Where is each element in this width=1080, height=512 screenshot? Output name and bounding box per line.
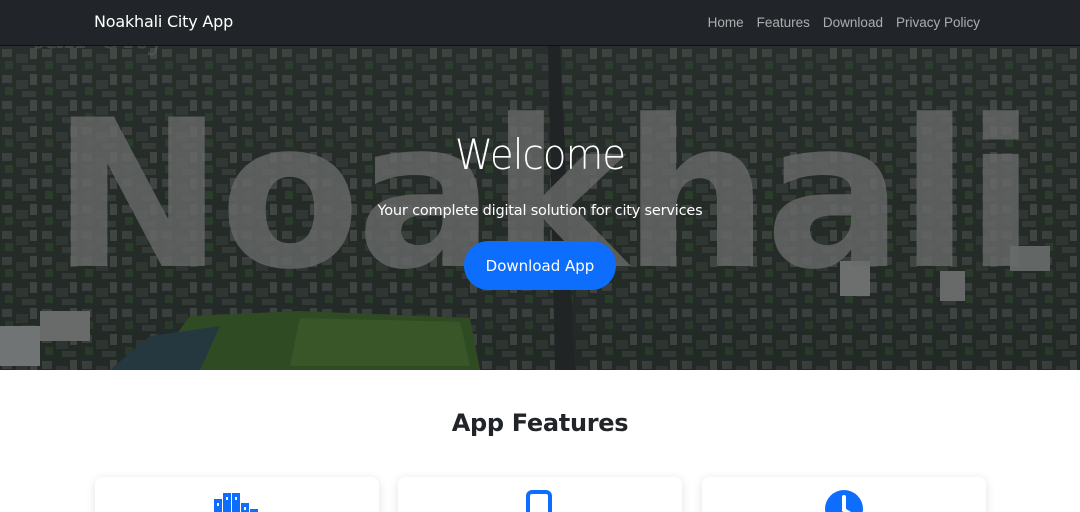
download-app-button[interactable]: Download App [464,241,616,290]
feature-card [95,477,379,512]
hero-title: Welcome [454,130,626,179]
clock-icon [825,490,863,512]
feature-card [398,477,682,512]
hero-content: Welcome Your complete digital solution f… [0,46,1080,370]
brand-link[interactable]: Noakhali City App [94,12,233,31]
buildings-icon [214,493,258,512]
nav-link-privacy-policy[interactable]: Privacy Policy [896,15,980,30]
nav-link-features[interactable]: Features [757,15,810,30]
nav-links: Home Features Download Privacy Policy [708,15,980,30]
nav-link-download[interactable]: Download [823,15,883,30]
phone-icon [526,490,552,512]
features-title: App Features [451,409,629,437]
navbar: Noakhali City App Home Features Download… [0,0,1080,46]
nav-link-home[interactable]: Home [708,15,744,30]
feature-card [702,477,986,512]
hero-subtitle: Your complete digital solution for city … [377,203,703,219]
hero-section: Noakhali tali City Welcome Your complete… [0,46,1080,370]
